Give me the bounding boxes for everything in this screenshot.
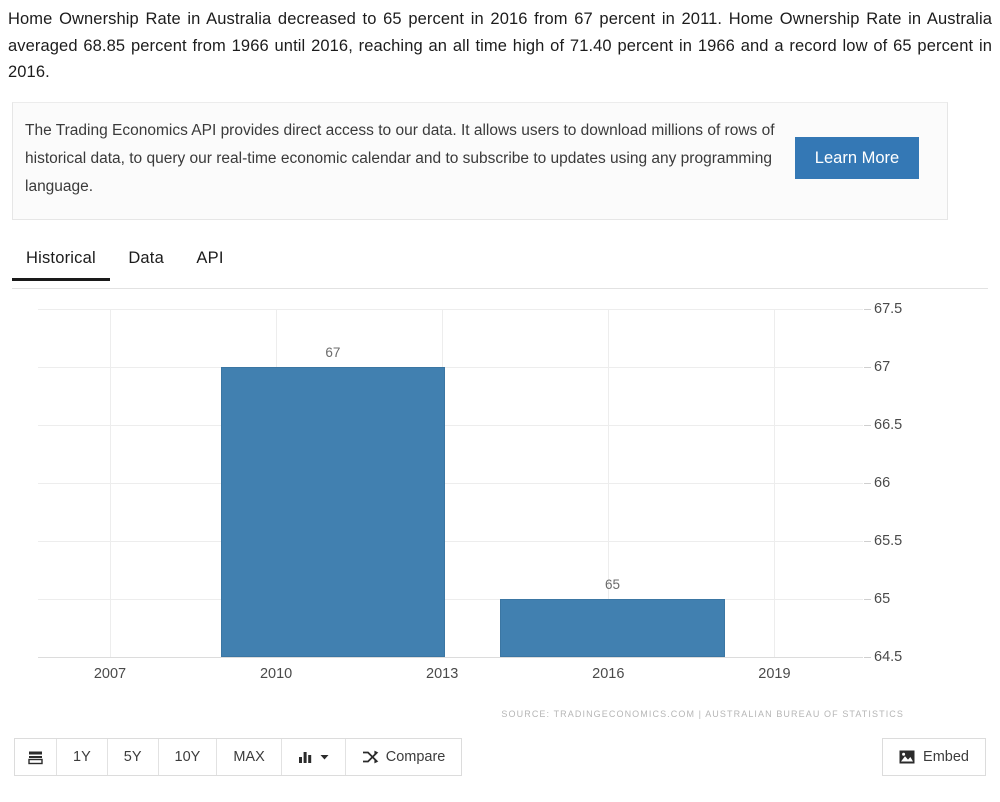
chart-type-dropdown[interactable]	[281, 739, 346, 775]
tab-data[interactable]: Data	[114, 245, 178, 280]
chart-bar[interactable]	[500, 599, 725, 657]
bar-chart-icon	[298, 750, 313, 764]
embed-button[interactable]: Embed	[882, 738, 986, 776]
bar-value-label: 67	[325, 345, 341, 360]
chart-source-attribution: SOURCE: TRADINGECONOMICS.COM | AUSTRALIA…	[501, 709, 904, 719]
shuffle-icon	[362, 750, 379, 764]
y-gridline	[38, 483, 863, 484]
chart-baseline	[38, 657, 863, 658]
y-axis-tick	[864, 483, 871, 484]
range-10y-button[interactable]: 10Y	[158, 739, 218, 775]
chart-plot-area	[38, 309, 863, 658]
y-axis-tick	[864, 309, 871, 310]
x-axis-label: 2016	[592, 666, 625, 682]
api-promo-banner: The Trading Economics API provides direc…	[12, 102, 948, 220]
compare-label: Compare	[385, 749, 446, 765]
chart-bar[interactable]	[220, 367, 445, 657]
y-axis-label: 67	[874, 359, 891, 375]
y-axis-tick	[864, 367, 871, 368]
tab-historical[interactable]: Historical	[12, 245, 110, 281]
range-1y-button[interactable]: 1Y	[57, 739, 108, 775]
y-axis-tick	[864, 599, 871, 600]
range-max-button[interactable]: MAX	[217, 739, 282, 775]
y-axis-label: 65.5	[874, 533, 903, 549]
x-axis-label: 2010	[259, 666, 293, 682]
chart-tabs: Historical Data API	[12, 245, 988, 289]
y-axis-label: 66.5	[874, 417, 903, 433]
y-axis-label: 67.5	[874, 301, 903, 317]
embed-label: Embed	[923, 749, 969, 765]
y-gridline	[38, 367, 863, 368]
learn-more-button[interactable]: Learn More	[795, 137, 919, 179]
compare-button[interactable]: Compare	[345, 739, 462, 775]
y-axis-tick	[864, 657, 871, 658]
chart-toolbar: 1Y 5Y 10Y MAX Compare	[14, 738, 463, 776]
chevron-down-icon	[320, 754, 329, 761]
x-gridline	[109, 309, 111, 657]
y-gridline	[38, 541, 863, 542]
y-axis-label: 64.5	[874, 649, 903, 665]
bar-value-label: 65	[604, 577, 620, 592]
y-gridline	[38, 425, 863, 426]
y-axis-tick	[864, 541, 871, 542]
api-promo-text: The Trading Economics API provides direc…	[25, 122, 775, 195]
x-axis-label: 2013	[426, 666, 459, 682]
image-icon	[899, 750, 915, 764]
x-axis-label: 2019	[758, 666, 791, 682]
y-axis-label: 65	[874, 591, 891, 607]
range-5y-button[interactable]: 5Y	[107, 739, 159, 775]
y-axis-label: 66	[874, 475, 891, 491]
page-root: Home Ownership Rate in Australia decreas…	[0, 0, 1000, 802]
toolbar-menu-button[interactable]	[15, 739, 57, 775]
x-axis-label: 2007	[93, 666, 127, 682]
x-gridline	[774, 309, 776, 657]
page-summary-text: Home Ownership Rate in Australia decreas…	[8, 10, 992, 81]
y-gridline	[38, 599, 863, 600]
home-ownership-rate-bar-chart[interactable]: 67.5 67 66.5 66 65.5 65 64.5 2007 2010 2013 2016 20…	[0, 295, 1000, 725]
y-gridline	[38, 309, 863, 310]
y-axis-tick	[864, 425, 871, 426]
list-icon	[28, 750, 43, 765]
tab-api[interactable]: API	[182, 245, 237, 280]
